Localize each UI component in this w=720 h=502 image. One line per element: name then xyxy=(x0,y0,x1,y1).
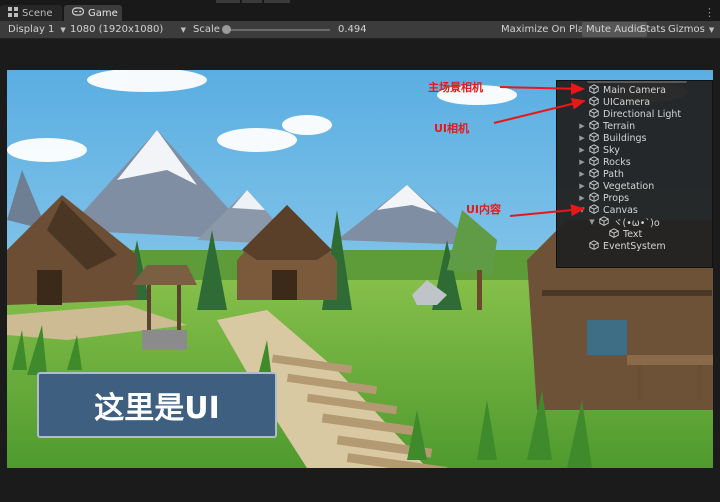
ui-sample-button-label: 这里是UI xyxy=(94,391,220,426)
arrow-ui-content xyxy=(509,204,585,217)
ui-sample-button[interactable]: 这里是UI xyxy=(37,372,277,438)
arrow-ui-camera xyxy=(493,98,586,124)
arrow-main-camera xyxy=(499,82,585,95)
